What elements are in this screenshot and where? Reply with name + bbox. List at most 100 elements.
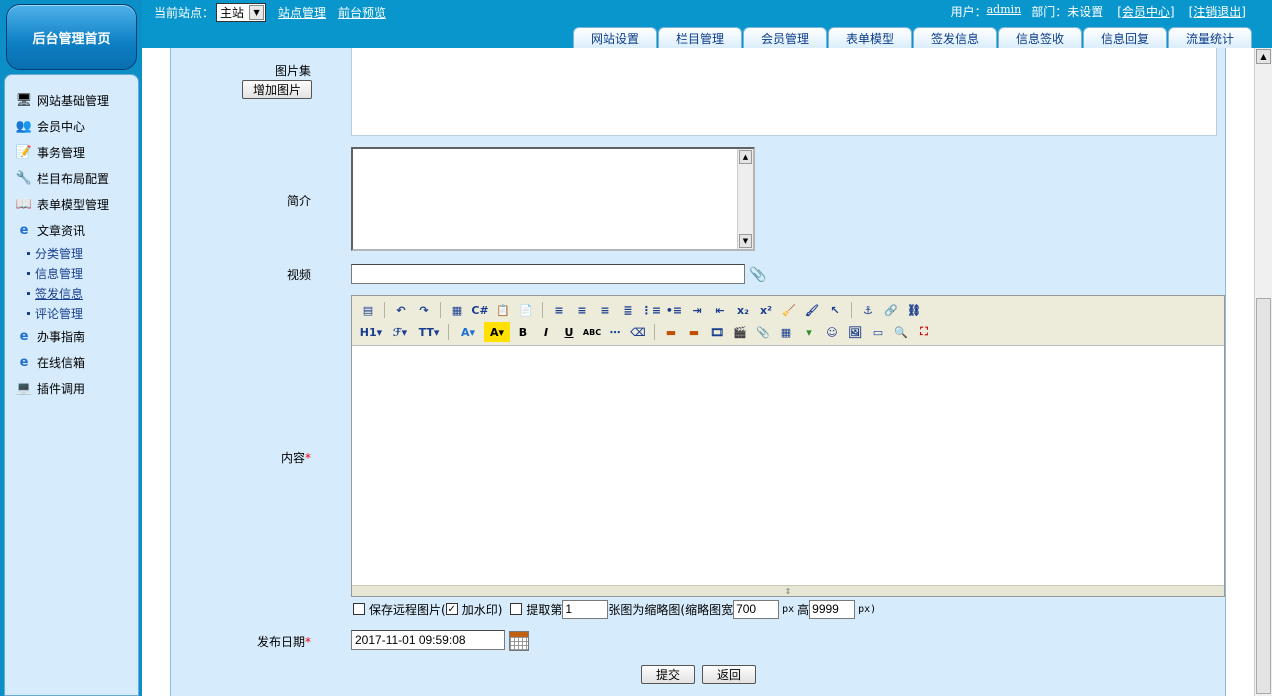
- link-icon[interactable]: 🔗: [881, 300, 901, 320]
- gallery-box[interactable]: [351, 48, 1217, 136]
- insert-line-icon[interactable]: ▾: [799, 322, 819, 342]
- code-icon[interactable]: C#: [470, 300, 490, 320]
- source-icon[interactable]: ▤: [358, 300, 378, 320]
- scroll-up-icon[interactable]: ▲: [739, 150, 752, 164]
- sidebar-item-member-center[interactable]: 👥 会员中心: [5, 113, 138, 139]
- thumb-index-input[interactable]: 1: [562, 599, 609, 619]
- thumb-height-input[interactable]: 9999: [809, 599, 856, 619]
- bold-icon[interactable]: B: [513, 322, 533, 342]
- sidebar-item-form-model[interactable]: 📖 表单模型管理: [5, 191, 138, 217]
- intro-textarea[interactable]: ▲ ▼: [351, 147, 755, 251]
- sidebar-subitem-info[interactable]: 信息管理: [5, 263, 138, 283]
- font-color-icon[interactable]: A▾: [455, 322, 481, 342]
- sidebar-item-plugins[interactable]: 💻 插件调用: [5, 375, 138, 401]
- editor-body[interactable]: [352, 346, 1224, 584]
- indent-icon[interactable]: ⇥: [687, 300, 707, 320]
- sidebar-item-mailbox[interactable]: e 在线信箱: [5, 349, 138, 375]
- editor-resize-handle[interactable]: ⇕: [352, 585, 1224, 596]
- site-select[interactable]: 主站 ▼: [216, 2, 267, 22]
- image-icon[interactable]: 🖼: [845, 322, 865, 342]
- extract-thumb-checkbox[interactable]: [510, 603, 523, 615]
- add-image-button[interactable]: 增加图片: [242, 80, 312, 99]
- italic-icon[interactable]: I: [536, 322, 556, 342]
- align-left-icon[interactable]: ≡: [549, 300, 569, 320]
- font-family-dropdown[interactable]: ℱ ▾: [387, 322, 413, 342]
- align-justify-icon[interactable]: ≣: [618, 300, 638, 320]
- tab-site-settings[interactable]: 网站设置: [573, 27, 657, 48]
- publish-date-input[interactable]: 2017-11-01 09:59:08: [351, 630, 505, 650]
- paste-word-icon[interactable]: 📄: [516, 300, 536, 320]
- watermark-checkbox[interactable]: ✓: [445, 603, 458, 615]
- video-input[interactable]: [351, 264, 745, 284]
- admin-home-button[interactable]: 后台管理首页: [6, 4, 137, 70]
- template-icon[interactable]: ▦: [447, 300, 467, 320]
- format-painter-icon[interactable]: 🖌: [802, 300, 822, 320]
- page-scrollbar[interactable]: ▲: [1254, 48, 1272, 696]
- emoticon-icon[interactable]: ☺: [822, 322, 842, 342]
- flash-icon[interactable]: 🎬: [730, 322, 750, 342]
- intro-scrollbar[interactable]: ▲ ▼: [737, 149, 753, 249]
- superscript-icon[interactable]: x²: [756, 300, 776, 320]
- media-icon[interactable]: 🎞: [707, 322, 727, 342]
- attachment-icon[interactable]: 📎: [753, 322, 773, 342]
- rich-text-editor: ▤ ↶ ↷ ▦ C# 📋 📄 ≡ ≡ ≡ ≣ ⋮≡ •≡ ⇥ ⇤ x₂ x² 🧹…: [351, 295, 1225, 597]
- page-break-icon[interactable]: ▭: [868, 322, 888, 342]
- tab-info-reply[interactable]: 信息回复: [1083, 27, 1167, 48]
- sidebar-subitem-issue[interactable]: 签发信息: [5, 283, 138, 303]
- subscript-icon[interactable]: x₂: [733, 300, 753, 320]
- tab-traffic-stats[interactable]: 流量统计: [1168, 27, 1252, 48]
- redo-icon[interactable]: ↷: [414, 300, 434, 320]
- tab-column-manage[interactable]: 栏目管理: [658, 27, 742, 48]
- select-icon[interactable]: ↖: [825, 300, 845, 320]
- insert-row-icon[interactable]: ▬: [661, 322, 681, 342]
- sidebar-subitem-comments[interactable]: 评论管理: [5, 303, 138, 323]
- sidebar-item-site-basic[interactable]: 🖥 网站基础管理: [5, 87, 138, 113]
- tab-issue-info[interactable]: 签发信息: [913, 27, 997, 48]
- underline-icon[interactable]: U: [559, 322, 579, 342]
- intro-label: 简介: [286, 194, 311, 208]
- align-right-icon[interactable]: ≡: [595, 300, 615, 320]
- ordered-list-icon[interactable]: ⋮≡: [641, 300, 661, 320]
- tab-member-manage[interactable]: 会员管理: [743, 27, 827, 48]
- tab-form-model[interactable]: 表单模型: [828, 27, 912, 48]
- member-center-link[interactable]: [会员中心]: [1117, 3, 1174, 20]
- scroll-down-icon[interactable]: ▼: [739, 234, 752, 248]
- unordered-list-icon[interactable]: •≡: [664, 300, 684, 320]
- username-link[interactable]: admin: [987, 3, 1022, 20]
- thumb-width-input[interactable]: 700: [733, 599, 780, 619]
- sidebar-item-guide[interactable]: e 办事指南: [5, 323, 138, 349]
- table-icon[interactable]: ▦: [776, 322, 796, 342]
- save-remote-checkbox[interactable]: [353, 603, 365, 615]
- sidebar-item-articles[interactable]: e 文章资讯: [5, 217, 138, 243]
- sidebar: 🖥 网站基础管理 👥 会员中心 📝 事务管理 🔧 栏目布局配置 📖 表单模型管理 e 文章资…: [4, 74, 139, 696]
- scroll-up-icon[interactable]: ▲: [1256, 49, 1271, 64]
- insert-col-icon[interactable]: ▬: [684, 322, 704, 342]
- strikethrough-icon[interactable]: ABC: [582, 322, 602, 342]
- sidebar-item-column-layout[interactable]: 🔧 栏目布局配置: [5, 165, 138, 191]
- clear-format-icon[interactable]: 🧹: [779, 300, 799, 320]
- tab-info-receive[interactable]: 信息签收: [998, 27, 1082, 48]
- site-manage-link[interactable]: 站点管理: [278, 4, 326, 21]
- frontend-preview-link[interactable]: 前台预览: [338, 4, 386, 21]
- font-size-dropdown[interactable]: TT ▾: [416, 322, 442, 342]
- submit-button[interactable]: 提交: [641, 665, 695, 684]
- sidebar-subitem-category[interactable]: 分类管理: [5, 243, 138, 263]
- back-button[interactable]: 返回: [702, 665, 756, 684]
- heading-dropdown[interactable]: H1 ▾: [358, 322, 384, 342]
- align-center-icon[interactable]: ≡: [572, 300, 592, 320]
- horizontal-rule-icon[interactable]: ⋯: [605, 322, 625, 342]
- undo-icon[interactable]: ↶: [391, 300, 411, 320]
- preview-icon[interactable]: 🔍: [891, 322, 911, 342]
- anchor-icon[interactable]: ⚓: [858, 300, 878, 320]
- paperclip-icon[interactable]: 📎: [749, 267, 766, 283]
- paste-icon[interactable]: 📋: [493, 300, 513, 320]
- unlink-icon[interactable]: ⛓: [904, 300, 924, 320]
- logout-link[interactable]: [注销退出]: [1189, 3, 1246, 20]
- fullscreen-icon[interactable]: ⛶: [914, 322, 934, 342]
- calendar-icon[interactable]: [509, 631, 529, 651]
- highlight-color-icon[interactable]: A▾: [484, 322, 510, 342]
- scrollbar-thumb[interactable]: [1256, 298, 1271, 694]
- outdent-icon[interactable]: ⇤: [710, 300, 730, 320]
- eraser-icon[interactable]: ⌫: [628, 322, 648, 342]
- sidebar-item-affairs[interactable]: 📝 事务管理: [5, 139, 138, 165]
